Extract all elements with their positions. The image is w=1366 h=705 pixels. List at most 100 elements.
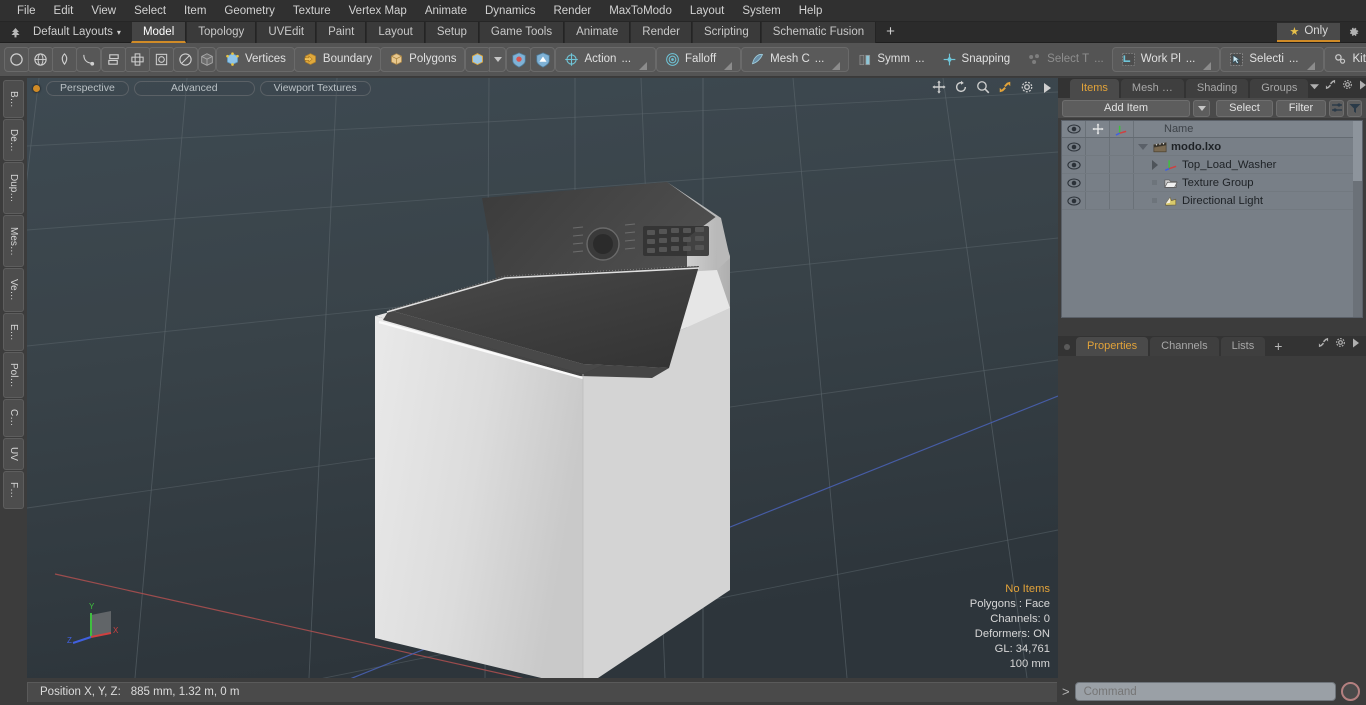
table-row[interactable]: Directional Light: [1062, 192, 1362, 210]
add-tab-button[interactable]: +: [876, 22, 905, 43]
viewport-menu-dot-icon[interactable]: [33, 85, 40, 92]
expand-icon[interactable]: [1325, 77, 1336, 95]
left-tab-polygon[interactable]: Pol…: [3, 352, 24, 398]
tab-game-tools[interactable]: Game Tools: [479, 22, 564, 43]
axis-gizmo[interactable]: Y X Z: [67, 599, 125, 656]
scrollbar-thumb[interactable]: [1353, 121, 1362, 181]
chevron-right-icon[interactable]: [1042, 81, 1052, 99]
left-tab-basic[interactable]: B…: [3, 80, 24, 118]
menu-item-render[interactable]: Render: [544, 1, 600, 21]
mesh-constraint-button[interactable]: Mesh C ...: [741, 47, 849, 72]
tab-properties[interactable]: Properties: [1076, 337, 1148, 356]
move-icon[interactable]: [932, 80, 946, 99]
table-row[interactable]: Texture Group: [1062, 174, 1362, 192]
row-visibility-toggle[interactable]: [1062, 192, 1086, 209]
tab-render[interactable]: Render: [630, 22, 692, 43]
chevron-right-icon[interactable]: [1359, 77, 1366, 95]
tab-groups[interactable]: Groups: [1250, 79, 1308, 98]
menu-item-help[interactable]: Help: [790, 1, 832, 21]
expand-icon[interactable]: [1318, 335, 1329, 353]
filter-funnel-icon[interactable]: [1347, 100, 1362, 117]
left-tab-edge[interactable]: E…: [3, 313, 24, 351]
fit-icon[interactable]: [998, 80, 1012, 99]
menu-item-animate[interactable]: Animate: [416, 1, 476, 21]
curve-icon[interactable]: [76, 47, 101, 72]
tab-layout[interactable]: Layout: [366, 22, 425, 43]
only-toggle-button[interactable]: ★ Only: [1277, 23, 1340, 42]
item-list-scrollbar[interactable]: [1353, 121, 1362, 317]
shading-a-icon[interactable]: [506, 47, 531, 72]
viewport-textures-button[interactable]: Viewport Textures: [260, 81, 371, 96]
select-button[interactable]: Select: [1216, 100, 1273, 117]
item-cube-icon[interactable]: [465, 47, 490, 72]
selection-set-button[interactable]: Selecti ...: [1220, 47, 1323, 72]
menu-item-maxtomodo[interactable]: MaxToModo: [600, 1, 681, 21]
tab-channels[interactable]: Channels: [1150, 337, 1218, 356]
tab-schematic-fusion[interactable]: Schematic Fusion: [761, 22, 876, 43]
add-item-button[interactable]: Add Item: [1062, 100, 1190, 117]
left-tab-fusion[interactable]: F…: [3, 471, 24, 509]
add-item-dropdown[interactable]: [1193, 100, 1210, 117]
stack-icon[interactable]: [101, 47, 126, 72]
viewport-canvas[interactable]: [27, 78, 1058, 678]
left-tab-curve[interactable]: C…: [3, 399, 24, 437]
menu-item-system[interactable]: System: [733, 1, 789, 21]
command-input[interactable]: [1075, 682, 1336, 701]
menu-item-edit[interactable]: Edit: [45, 1, 83, 21]
menu-item-texture[interactable]: Texture: [284, 1, 340, 21]
shading-b-icon[interactable]: [530, 47, 555, 72]
menu-item-dynamics[interactable]: Dynamics: [476, 1, 544, 21]
twisty-open-icon[interactable]: [1138, 144, 1148, 150]
menu-item-item[interactable]: Item: [175, 1, 215, 21]
left-tab-mesh-edit[interactable]: Mes…: [3, 215, 24, 267]
sphere-icon[interactable]: [173, 47, 198, 72]
symmetry-button[interactable]: Symm ...: [849, 47, 933, 72]
menu-item-view[interactable]: View: [82, 1, 125, 21]
twisty-closed-icon[interactable]: [1152, 160, 1158, 170]
tab-paint[interactable]: Paint: [316, 22, 366, 43]
eye-icon[interactable]: [1062, 121, 1086, 137]
properties-panel-menu-dot-icon[interactable]: [1064, 344, 1070, 350]
chevron-right-icon[interactable]: [1352, 335, 1360, 353]
item-tree-list[interactable]: Name: [1061, 120, 1363, 318]
item-row-directional-light[interactable]: Directional Light: [1134, 192, 1362, 209]
left-tab-uv[interactable]: UV: [3, 438, 24, 470]
move-icon[interactable]: [1086, 121, 1110, 137]
tab-shading[interactable]: Shading: [1186, 79, 1248, 98]
item-row-scene[interactable]: modo.lxo: [1134, 138, 1362, 155]
menu-item-vertex-map[interactable]: Vertex Map: [340, 1, 416, 21]
tab-setup[interactable]: Setup: [425, 22, 479, 43]
table-row[interactable]: modo.lxo: [1062, 138, 1362, 156]
tab-uvedit[interactable]: UVEdit: [256, 22, 316, 43]
select-through-button[interactable]: Select T ...: [1018, 47, 1113, 72]
tab-items[interactable]: Items: [1070, 79, 1119, 98]
default-layouts-label[interactable]: Default Layouts: [33, 26, 113, 38]
chevron-down-icon[interactable]: [1310, 77, 1319, 95]
left-tab-deform[interactable]: De…: [3, 119, 24, 161]
falloff-button[interactable]: Falloff: [656, 47, 741, 72]
command-record-icon[interactable]: [1341, 682, 1360, 701]
gear-icon[interactable]: [1335, 335, 1346, 353]
square-target-icon[interactable]: [149, 47, 174, 72]
polygons-button[interactable]: Polygons: [380, 47, 465, 72]
gear-icon[interactable]: [1342, 77, 1353, 95]
tab-lists[interactable]: Lists: [1221, 337, 1266, 356]
item-mode-dropdown[interactable]: [489, 47, 506, 72]
axis-icon[interactable]: [1110, 121, 1134, 137]
menu-item-layout[interactable]: Layout: [681, 1, 734, 21]
snapping-button[interactable]: Snapping: [933, 47, 1020, 72]
settings-gear-icon[interactable]: [1340, 26, 1366, 39]
item-row-texture-group[interactable]: Texture Group: [1134, 174, 1362, 191]
tab-model[interactable]: Model: [131, 22, 186, 43]
boundary-button[interactable]: Boundary: [294, 47, 381, 72]
work-plane-button[interactable]: Work Pl ...: [1112, 47, 1221, 72]
item-row-mesh[interactable]: Top_Load_Washer: [1134, 156, 1362, 173]
layout-tree-icon[interactable]: [5, 23, 25, 42]
menu-item-geometry[interactable]: Geometry: [215, 1, 284, 21]
tab-scripting[interactable]: Scripting: [692, 22, 761, 43]
viewport-3d[interactable]: Perspective Advanced Viewport Textures: [27, 78, 1058, 678]
action-center-button[interactable]: Action ...: [555, 47, 656, 72]
vertices-button[interactable]: Vertices: [216, 47, 295, 72]
center-cross-icon[interactable]: [125, 47, 150, 72]
filter-button[interactable]: Filter: [1276, 100, 1326, 117]
